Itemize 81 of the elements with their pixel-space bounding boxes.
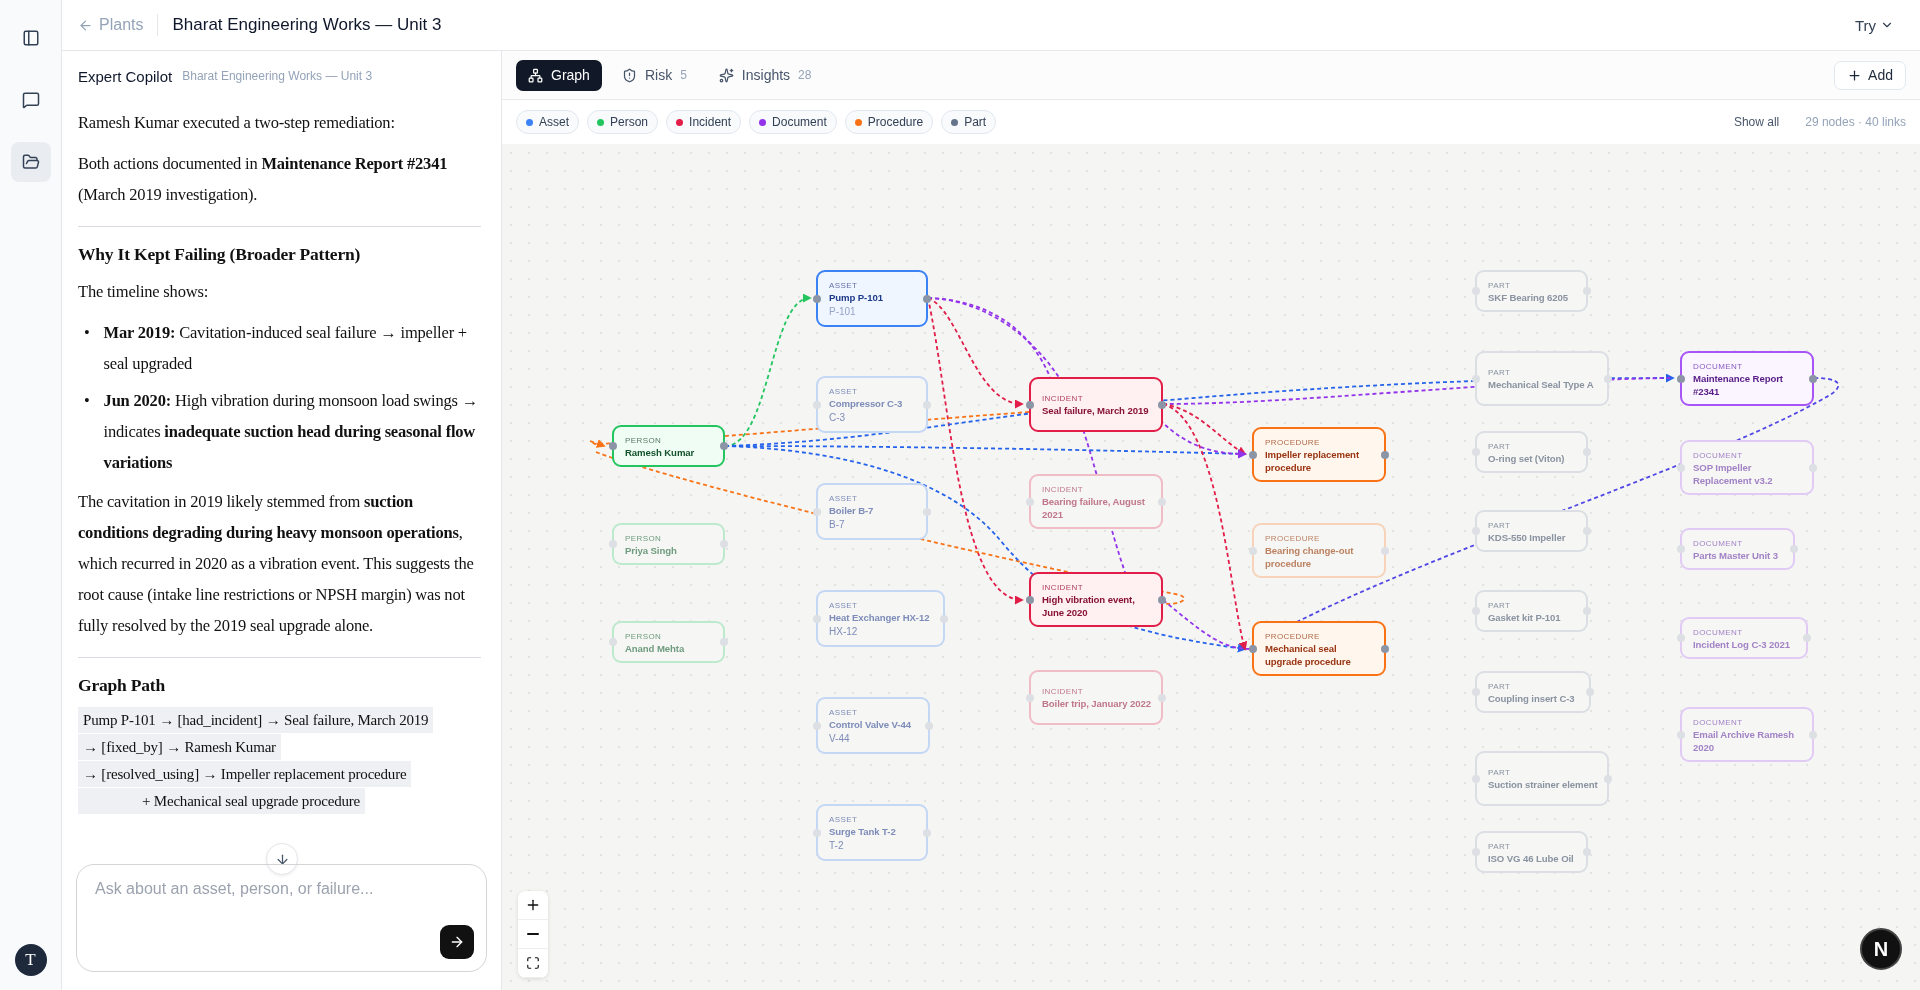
bullet-marker: • [84, 322, 90, 344]
graph-node[interactable]: PERSON Priya Singh [612, 523, 725, 565]
network-icon [528, 67, 543, 83]
sidebar-icon [21, 29, 40, 47]
sparkles-icon [718, 67, 734, 83]
graph-node[interactable]: PART O-ring set (Viton) [1475, 431, 1588, 473]
arrow-right-icon [449, 934, 465, 950]
graph-node[interactable]: PART Suction strainer element [1475, 751, 1609, 806]
graph-node[interactable]: PART SKF Bearing 6205 [1475, 270, 1588, 312]
legend-filter[interactable]: Procedure [844, 110, 934, 134]
graph-node[interactable]: PROCEDURE Bearing change-out procedure [1252, 523, 1386, 578]
legend-filter[interactable]: Person [587, 110, 659, 134]
back-link[interactable]: Plants [78, 16, 144, 34]
graph-node[interactable]: DOCUMENT SOP Impeller Replacement v3.2 [1680, 440, 1814, 495]
panel-title: Expert Copilot [78, 67, 173, 85]
graph-node[interactable]: PART ISO VG 46 Lube Oil [1475, 831, 1588, 873]
scroll-down-button[interactable] [266, 843, 298, 875]
graph-node[interactable]: INCIDENT High vibration event, June 2020 [1029, 572, 1163, 627]
graph-node[interactable]: ASSET Compressor C-3 C-3 [816, 376, 928, 433]
graph-node[interactable]: INCIDENT Seal failure, March 2019 [1029, 377, 1163, 432]
legend-filter[interactable]: Asset [516, 110, 579, 134]
view-tab[interactable]: Insights 28 [706, 59, 824, 91]
zoom-in-button[interactable] [518, 891, 548, 920]
show-all-button[interactable]: Show all [1727, 114, 1786, 130]
legend-filter[interactable]: Document [749, 110, 837, 134]
graph-node[interactable]: ASSET Control Valve V-44 V-44 [816, 697, 930, 754]
chat-paragraph: Ramesh Kumar executed a two-step remediation: [78, 112, 396, 134]
graph-node[interactable]: PART Gasket kit P-101 [1475, 590, 1588, 632]
graph-node[interactable]: ASSET Heat Exchanger HX-12 HX-12 [816, 590, 945, 647]
dev-badge[interactable]: N [1860, 928, 1902, 970]
view-tab[interactable]: Risk 5 [609, 59, 699, 91]
graph-node[interactable]: DOCUMENT Maintenance Report #2341 [1680, 351, 1814, 406]
bullet-marker: • [84, 390, 90, 412]
fit-view-button[interactable] [518, 949, 548, 978]
path-step: → [resolved_using] → Impeller replacement procedure [78, 761, 412, 787]
arrow-down-icon [274, 851, 290, 867]
graph-node[interactable]: PART Coupling insert C-3 [1475, 671, 1591, 713]
graph-node[interactable]: DOCUMENT Incident Log C-3 2021 [1680, 617, 1808, 659]
chat-paragraph: The cavitation in 2019 likely stemmed from suction conditions degrading during heavy monsoon operations, which recurred in 2020 as a vibration event. This suggests the root cause (intake line restrictions or NPSH margin) was not fully resolved by the 2019 seal upgrade alone. [78, 491, 475, 637]
bullet-item: Jun 2020: High vibration during monsoon load swings → indicates inadequate suction head during seasonal flow variations [103, 390, 479, 474]
section-heading: Why It Kept Failing (Broader Pattern) [78, 243, 362, 266]
bullet-item: Mar 2019: Cavitation-induced seal failure → impeller + seal upgraded [103, 322, 468, 375]
chat-icon [21, 91, 40, 109]
graph-node[interactable]: ASSET Boiler B-7 B-7 [816, 483, 928, 540]
zoom-out-button[interactable] [518, 920, 548, 949]
path-step: + Mechanical seal upgrade procedure [78, 788, 365, 814]
graph-node[interactable]: PERSON Anand Mehta [612, 621, 725, 663]
plus-icon [1847, 67, 1863, 83]
graph-node[interactable]: ASSET Pump P-101 P-101 [816, 270, 928, 327]
path-step: → [fixed_by] → Ramesh Kumar [78, 734, 281, 760]
panel-subtitle: Bharat Engineering Works — Unit 3 [182, 69, 373, 83]
view-tab[interactable]: Graph [516, 59, 602, 91]
graph-stats: 29 nodes · 40 links [1805, 115, 1906, 129]
send-button[interactable] [440, 925, 474, 959]
try-menu[interactable]: Try [1848, 15, 1900, 35]
page-title: Bharat Engineering Works — Unit 3 [172, 15, 443, 35]
graph-node[interactable]: PART KDS-550 Impeller [1475, 510, 1588, 552]
graph-node[interactable]: PROCEDURE Impeller replacement procedure [1252, 427, 1386, 482]
graph-node[interactable]: PROCEDURE Mechanical seal upgrade procedure [1252, 621, 1386, 676]
user-avatar[interactable]: T [14, 944, 47, 976]
legend-filter[interactable]: Incident [666, 110, 742, 134]
section-heading: Graph Path [78, 674, 166, 697]
add-button[interactable]: Add [1834, 60, 1906, 90]
plus-icon [525, 897, 541, 913]
legend-filter[interactable]: Part [941, 110, 997, 134]
chat-paragraph: The timeline shows: [78, 281, 209, 303]
graph-node[interactable]: ASSET Surge Tank T-2 T-2 [816, 804, 928, 861]
path-step: Pump P-101 → [had_incident] → Seal failure, March 2019 [78, 707, 434, 733]
graph-node[interactable]: INCIDENT Bearing failure, August 2021 [1029, 474, 1163, 529]
graph-node[interactable]: PART Mechanical Seal Type A [1475, 351, 1609, 406]
message-field[interactable]: Ask about an asset, person, or failure... [93, 879, 470, 899]
nav-button[interactable] [10, 142, 51, 182]
graph-node[interactable]: DOCUMENT Email Archive Ramesh 2020 [1680, 707, 1814, 762]
graph-node[interactable]: DOCUMENT Parts Master Unit 3 [1680, 528, 1795, 570]
fit-view-icon [526, 956, 540, 970]
graph-node[interactable]: PERSON Ramesh Kumar [612, 425, 725, 467]
shield-icon [621, 67, 637, 83]
chat-paragraph: Both actions documented in Maintenance Report #2341 (March 2019 investigation). [78, 153, 449, 206]
minus-icon [527, 933, 539, 935]
folder-icon [21, 153, 40, 171]
graph-node[interactable]: INCIDENT Boiler trip, January 2022 [1029, 670, 1163, 725]
